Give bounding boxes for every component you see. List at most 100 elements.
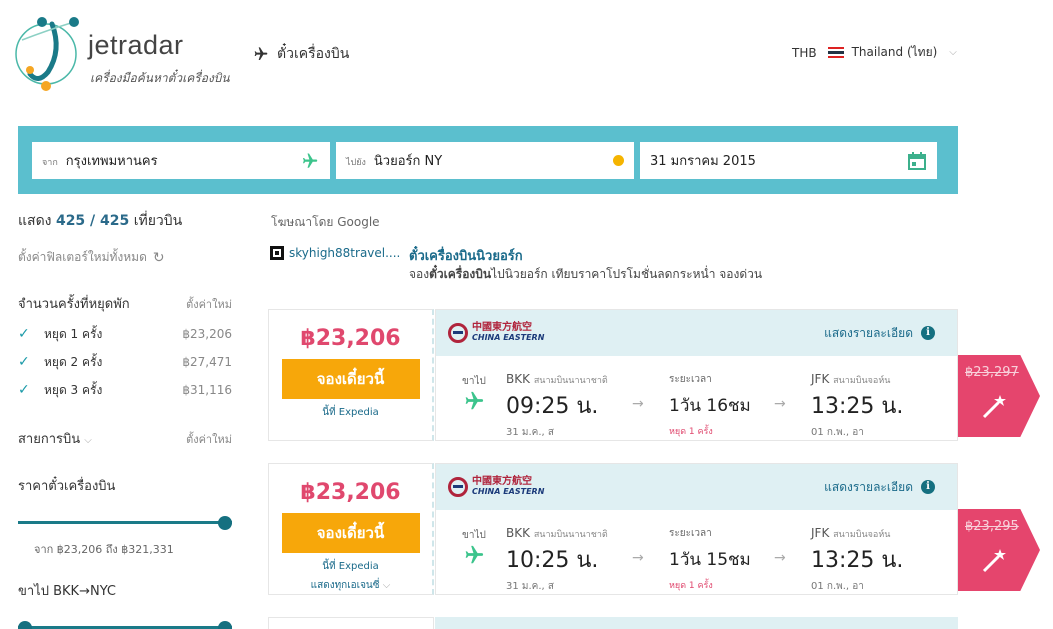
- stop-price: ฿31,116: [182, 383, 232, 397]
- china-eastern-icon: [448, 323, 468, 343]
- ad-desc-pre: จอง: [409, 267, 430, 281]
- book-now-button[interactable]: จองเดี๋ยวนี้: [281, 513, 420, 553]
- reset-all-filters[interactable]: ตั้งค่าฟิลเตอร์ใหม่ทั้งหมด ↻: [18, 248, 232, 267]
- outbound-slider-handle-right[interactable]: [218, 621, 232, 629]
- departure-code: BKK: [506, 372, 530, 386]
- arrival-code: JFK: [811, 526, 830, 540]
- stop-option[interactable]: ✓ หยุด 2 ครั้ง ฿27,471: [18, 348, 232, 376]
- brand-name[interactable]: jetradar: [88, 30, 184, 61]
- duration-label: ระยะเวลา: [669, 528, 712, 539]
- arrival-code: JFK: [811, 372, 830, 386]
- duration-value: 1วัน 15ชม: [669, 550, 751, 570]
- price-prediction-badge[interactable]: ฿23,297: [958, 355, 1040, 437]
- stop-price: ฿27,471: [182, 355, 232, 369]
- airplane-icon: [254, 47, 268, 60]
- stops-filter: จำนวนครั้งที่หยุดพัก ตั้งค่าใหม่ ✓ หยุด …: [18, 293, 232, 404]
- price-filter: ราคาตั๋วเครื่องบิน จาก ฿23,206 ถึง ฿321,…: [18, 475, 232, 558]
- origin-value: กรุงเทพมหานคร: [65, 154, 158, 169]
- reset-all-label: ตั้งค่าฟิลเตอร์ใหม่ทั้งหมด: [18, 250, 147, 264]
- flight-card[interactable]: 中國東方航空 CHINA EASTERN แสดงรายละเอียด i ขา…: [435, 463, 958, 595]
- chevron-down-icon: ⌵: [949, 47, 957, 58]
- locale-selector[interactable]: THB Thailand (ไทย) ⌵: [792, 43, 957, 62]
- info-icon: i: [921, 326, 935, 340]
- price-slider-track: [18, 521, 232, 524]
- arrow-right-icon: →: [774, 550, 786, 566]
- details-label: แสดงรายละเอียด: [824, 479, 913, 494]
- info-icon: i: [921, 480, 935, 494]
- agencies-label: แสดงทุกเอเจนซี่: [310, 580, 380, 591]
- flight-card-partial: [435, 617, 958, 629]
- departure-info: BKK สนามบินนานาชาติ 10:25 น. 31 ม.ค., ส: [506, 526, 608, 594]
- duration-info: ระยะเวลา 1วัน 16ชม หยุด 1 ครั้ง: [669, 372, 751, 438]
- outbound-slider-handle-left[interactable]: [18, 621, 32, 629]
- ads-label: โฆษณาโดย Google: [271, 215, 380, 229]
- stop-option[interactable]: ✓ หยุด 3 ครั้ง ฿31,116: [18, 376, 232, 404]
- show-details-link[interactable]: แสดงรายละเอียด i: [824, 478, 935, 497]
- departure-info: BKK สนามบินนานาชาติ 09:25 น. 31 ม.ค., ส: [506, 372, 608, 440]
- price-slider-handle[interactable]: [218, 516, 232, 530]
- origin-field[interactable]: จาก กรุงเทพมหานคร: [32, 142, 330, 179]
- checkmark-icon[interactable]: ✓: [18, 382, 36, 398]
- departure-time: 10:25 น.: [506, 548, 599, 573]
- direction-label: ขาไป: [462, 376, 486, 387]
- old-price: ฿23,295: [965, 519, 1019, 534]
- airline-name-cn: 中國東方航空: [472, 322, 532, 333]
- departure-date: 31 ม.ค., ส: [506, 427, 555, 438]
- count-prefix: แสดง: [18, 213, 52, 229]
- departure-airport: สนามบินนานาชาติ: [533, 376, 608, 386]
- date-field[interactable]: 31 มกราคม 2015: [640, 142, 937, 179]
- checkmark-icon[interactable]: ✓: [18, 326, 36, 342]
- price-prediction-badge[interactable]: ฿23,295: [958, 509, 1040, 591]
- price-card: ฿23,206 จองเดี๋ยวนี้ นี้ที่ Expedia: [268, 309, 434, 441]
- old-price: ฿23,297: [965, 365, 1019, 380]
- ad-description: จองตั๋วเครื่องบินไปนิวยอร์ก เทียบราคาโปร…: [409, 265, 762, 284]
- outbound-slider[interactable]: [18, 621, 232, 629]
- price-slider[interactable]: [18, 516, 232, 530]
- brand-tagline: เครื่องมือค้นหาตั๋วเครื่องบิน: [90, 71, 230, 85]
- ad-domain[interactable]: skyhigh88travel....: [270, 246, 400, 260]
- show-all-agencies-link[interactable]: แสดงทุกเอเจนซี่ ⌵: [269, 578, 432, 593]
- airlines-title[interactable]: สายการบิน ⌵: [18, 428, 92, 449]
- price-title: ราคาตั๋วเครื่องบิน: [18, 479, 116, 494]
- ticket-price: ฿23,206: [300, 480, 401, 505]
- ad-title[interactable]: ตั๋วเครื่องบินนิวยอร์ก: [409, 245, 523, 266]
- details-label: แสดงรายละเอียด: [824, 325, 913, 340]
- booking-source[interactable]: นี้ที่ Expedia: [269, 405, 432, 420]
- duration-info: ระยะเวลา 1วัน 15ชม หยุด 1 ครั้ง: [669, 526, 751, 592]
- magic-wand-icon: [982, 395, 1006, 419]
- arrival-date: 01 ก.พ., อา: [811, 581, 864, 592]
- airline-name-cn: 中國東方航空: [472, 476, 532, 487]
- show-details-link[interactable]: แสดงรายละเอียด i: [824, 324, 935, 343]
- arrival-date: 01 ก.พ., อา: [811, 427, 864, 438]
- stops-title: จำนวนครั้งที่หยุดพัก: [18, 297, 130, 312]
- outbound-title: ขาไป BKK→NYC: [18, 584, 117, 599]
- airplane-icon: [465, 545, 484, 564]
- book-now-button[interactable]: จองเดี๋ยวนี้: [281, 359, 420, 399]
- stops-reset-link[interactable]: ตั้งค่าใหม่: [186, 295, 232, 313]
- duration-label: ระยะเวลา: [669, 374, 712, 385]
- nav-flights[interactable]: ตั๋วเครื่องบิน: [251, 43, 349, 65]
- refresh-icon: ↻: [152, 249, 165, 266]
- currency-label: THB: [792, 45, 817, 60]
- stop-option[interactable]: ✓ หยุด 1 ครั้ง ฿23,206: [18, 320, 232, 348]
- ad-desc-bold: ตั๋วเครื่องบิน: [429, 267, 492, 281]
- duration-value: 1วัน 16ชม: [669, 396, 751, 416]
- departure-plane-icon: [303, 153, 318, 168]
- airlines-reset-link[interactable]: ตั้งค่าใหม่: [186, 430, 232, 448]
- stop-label: หยุด 1 ครั้ง: [44, 326, 103, 341]
- arrow-right-icon: →: [632, 396, 644, 412]
- checkmark-icon[interactable]: ✓: [18, 354, 36, 370]
- departure-code: BKK: [506, 526, 530, 540]
- arrival-info: JFK สนามบินจอห์น 13:25 น. 01 ก.พ., อา: [811, 526, 903, 594]
- date-value: 31 มกราคม 2015: [650, 154, 756, 169]
- booking-source[interactable]: นี้ที่ Expedia: [269, 559, 432, 574]
- destination-value: นิวยอร์ก NY: [373, 154, 443, 169]
- airline-logo: 中國東方航空 CHINA EASTERN: [448, 323, 544, 343]
- destination-field[interactable]: ไปยัง นิวยอร์ก NY: [336, 142, 634, 179]
- nav-flights-label: ตั๋วเครื่องบิน: [277, 46, 350, 62]
- calendar-icon[interactable]: [907, 151, 927, 171]
- flight-card[interactable]: 中國東方航空 CHINA EASTERN แสดงรายละเอียด i ขา…: [435, 309, 958, 441]
- search-bar: จาก กรุงเทพมหานคร ไปยัง นิวยอร์ก NY 31 ม…: [18, 126, 958, 194]
- stops-count: หยุด 1 ครั้ง: [669, 581, 713, 591]
- jetradar-logo[interactable]: [8, 10, 88, 92]
